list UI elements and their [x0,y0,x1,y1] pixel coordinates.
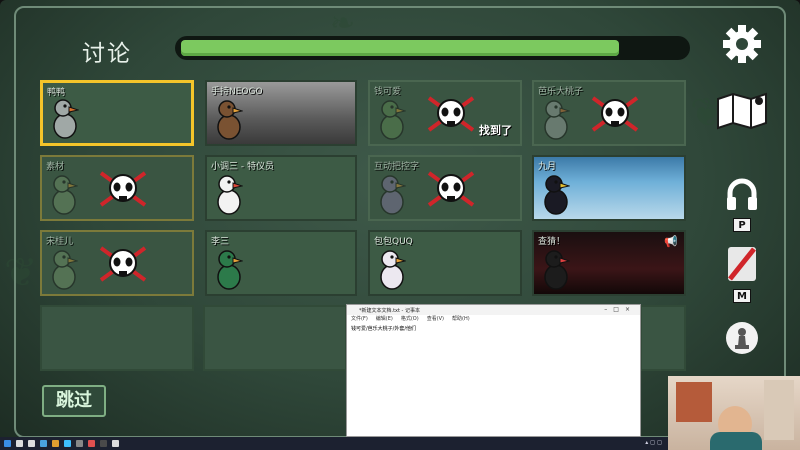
player-card[interactable]: 九月 [532,155,686,221]
notepad-menu-item[interactable]: 帮助(H) [452,315,470,323]
player-avatar [52,175,78,215]
taskbar-app-icon[interactable] [88,440,95,447]
speaker-icon: 📢 [664,235,678,248]
player-avatar [217,250,243,290]
taskbar-app-icon[interactable] [112,440,119,447]
empty-slot [203,305,347,371]
mic-muted-icon[interactable] [722,244,762,286]
notepad-menu-item[interactable]: 格式(O) [401,315,419,323]
player-avatar [217,175,243,215]
player-avatar [53,99,79,139]
player-card[interactable]: 包包QUQ [368,230,522,296]
mic-hotkey: M [733,289,751,303]
taskbar-app-icon[interactable] [28,440,35,447]
player-name: 九月 [538,162,557,172]
player-card[interactable]: 鸭鸭 [40,80,194,146]
dead-skull-icon [591,96,639,132]
pawn-icon[interactable] [724,320,760,356]
os-taskbar: ▴ ◻ ◻ [0,437,668,450]
body-found-label: 找到了 [479,124,512,137]
start-icon[interactable] [4,440,11,447]
taskbar-app-icon[interactable] [100,440,107,447]
player-card[interactable]: 手持NEOGO [205,80,357,146]
notepad-window[interactable]: *新建文本文档.txt - 记事本 –□× 文件(F) 编辑(E) 格式(O) 查看(… [346,304,641,437]
taskbar-app-icon[interactable] [76,440,83,447]
notepad-text[interactable]: 钱可爱/芭乐大桃子/外套/他们 [347,323,640,334]
player-name: 互动把控字 [374,162,420,172]
timer-fill [181,40,619,56]
player-card[interactable]: 小调三 - 特仪员 [205,155,357,221]
dead-skull-icon [99,171,147,207]
taskbar-app-icon[interactable] [52,440,59,447]
taskbar-app-icon[interactable] [16,440,23,447]
notepad-menu-item[interactable]: 编辑(E) [376,315,393,323]
player-avatar [544,100,570,140]
webcam-overlay [668,376,800,450]
discussion-timer-bar [175,36,690,60]
headphones-hotkey: P [733,218,751,232]
player-avatar [544,175,570,215]
empty-slot [40,305,194,371]
taskbar-app-icon[interactable] [64,440,71,447]
empty-slot [640,305,686,371]
player-card[interactable]: 钱可爱找到了 [368,80,522,146]
player-name: 包包QUQ [374,237,413,247]
gear-icon[interactable] [720,22,764,66]
streamer-shirt [710,432,762,450]
player-card[interactable]: 宋桂儿 [40,230,194,296]
notepad-title: *新建文本文档.txt - 记事本 [359,308,420,314]
player-card[interactable]: 素材 [40,155,194,221]
dead-skull-icon [427,96,475,132]
shelf [676,382,712,422]
player-avatar [380,175,406,215]
skip-button[interactable]: 跳过 [42,385,106,417]
player-name: 李三 [211,237,230,247]
screen-title: 讨论 [82,41,132,67]
player-avatar [52,250,78,290]
notepad-menu-item[interactable]: 文件(F) [351,315,368,323]
taskbar-app-icon[interactable] [40,440,47,447]
player-avatar [380,100,406,140]
player-name: 查猜！ [538,237,566,247]
player-card[interactable]: 互动把控字 [368,155,522,221]
player-card[interactable]: 查猜！ 📢 [532,230,686,296]
player-card[interactable]: 芭乐大桃子 [532,80,686,146]
notepad-menu-item[interactable]: 查看(V) [427,315,444,323]
leaf-decoration: ❦ [4,250,38,296]
headphones-icon[interactable] [722,176,762,214]
dead-skull-icon [427,171,475,207]
player-card[interactable]: 李三 [205,230,357,296]
dead-skull-icon [99,246,147,282]
player-name: 芭乐大桃子 [538,87,584,97]
player-avatar [544,250,570,290]
player-name: 小调三 - 特仪员 [211,162,274,172]
shelf [764,380,794,440]
player-name: 素材 [46,162,65,172]
player-avatar [380,250,406,290]
notepad-menubar: 文件(F) 编辑(E) 格式(O) 查看(V) 帮助(H) [347,315,640,323]
player-name: 手持NEOGO [211,87,263,97]
system-tray[interactable]: ▴ ◻ ◻ [645,439,662,446]
window-controls[interactable]: –□× [604,306,636,313]
map-icon[interactable] [714,88,770,132]
player-avatar [217,100,243,140]
player-name: 钱可爱 [374,87,402,97]
player-name: 宋桂儿 [46,237,74,247]
notepad-titlebar: *新建文本文档.txt - 记事本 –□× [347,305,640,315]
